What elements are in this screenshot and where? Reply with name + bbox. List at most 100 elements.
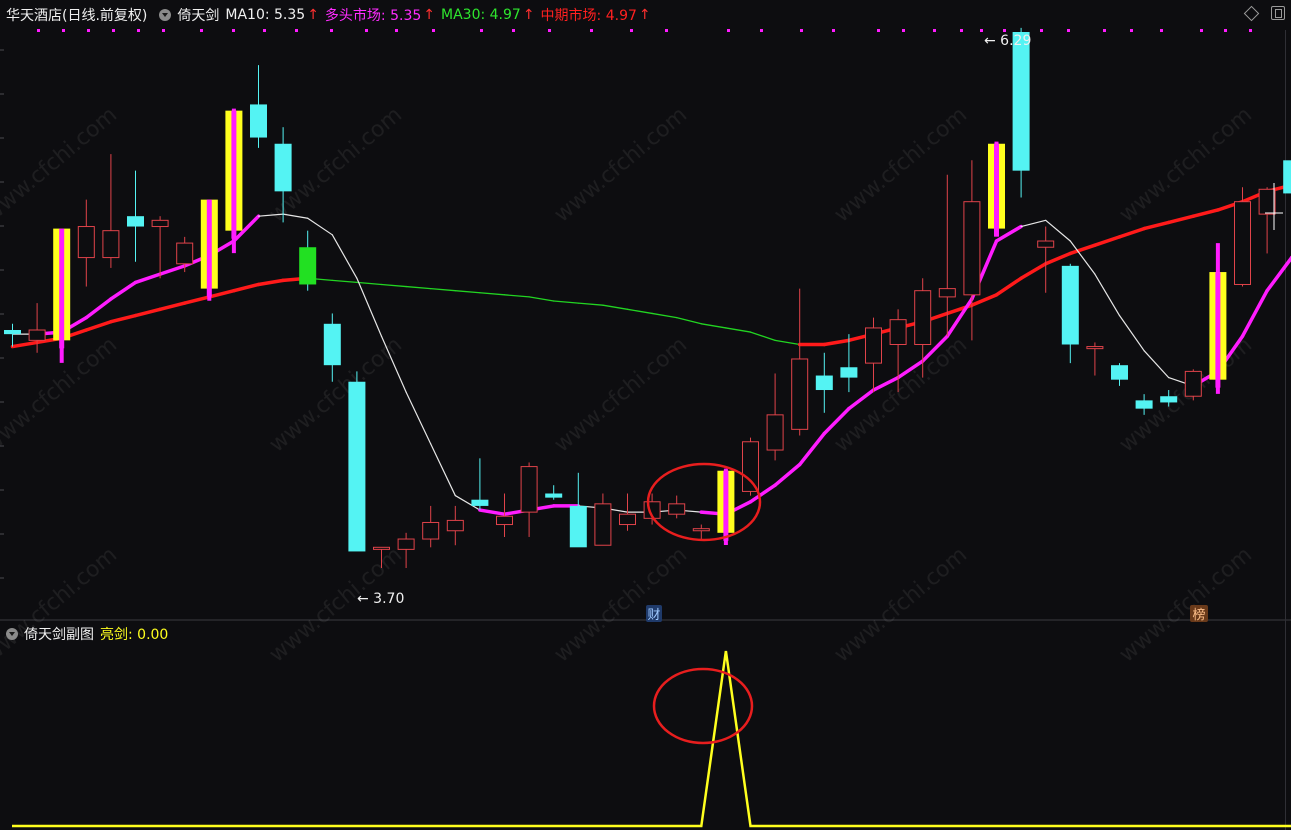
ma10-segment bbox=[158, 264, 187, 276]
candle-body-down bbox=[545, 493, 563, 498]
candle-body-down bbox=[299, 247, 317, 285]
signal-core bbox=[1215, 272, 1221, 388]
candle-body-up bbox=[446, 519, 464, 532]
ma30-segment bbox=[1191, 208, 1220, 218]
ma10-segment bbox=[405, 391, 432, 445]
candle-body-up bbox=[594, 503, 612, 546]
ma10-segment bbox=[1118, 314, 1145, 352]
ma30-segment bbox=[232, 282, 261, 293]
candle-body-up bbox=[619, 513, 636, 526]
ma10-segment bbox=[109, 280, 138, 301]
ma30-segment bbox=[158, 301, 187, 312]
bull-arrow-icon: ↑ bbox=[423, 7, 435, 23]
ma30-segment bbox=[1117, 226, 1146, 239]
watermark-text: www.cfchi.com bbox=[830, 542, 972, 667]
ma30-segment bbox=[1093, 235, 1122, 247]
sub-chart-value: 亮剑: 0.00 bbox=[100, 627, 169, 643]
candle-body-up bbox=[1234, 201, 1251, 285]
candle-body-up bbox=[766, 414, 784, 451]
signal-core bbox=[59, 228, 65, 349]
ma10-segment bbox=[478, 508, 507, 516]
window-toggle-icon[interactable] bbox=[1271, 6, 1285, 20]
signal-core bbox=[723, 470, 729, 541]
ma10-segment bbox=[797, 431, 827, 467]
candle-body-up bbox=[77, 226, 95, 259]
candle-body-up bbox=[692, 528, 710, 532]
ma30-readout: MA30: 4.97 bbox=[441, 7, 521, 23]
signal-core bbox=[206, 199, 212, 297]
candle-body-up bbox=[914, 290, 932, 345]
indicator-name[interactable]: 倚天剑 bbox=[177, 5, 219, 25]
watermark-text: www.cfchi.com bbox=[550, 542, 692, 667]
ma10-segment bbox=[945, 297, 974, 338]
ma30-segment bbox=[479, 292, 506, 296]
chart-canvas: www.cfchi.com www.cfchi.com www.cfchi.com w… bbox=[0, 27, 1291, 830]
candle-body-up bbox=[889, 319, 907, 345]
candle-body-up bbox=[791, 358, 809, 430]
ma10-segment bbox=[133, 272, 162, 285]
watermark-text: www.cfchi.com bbox=[0, 542, 122, 667]
ma10-segment bbox=[1240, 288, 1269, 338]
highlight-circle-sub bbox=[652, 667, 754, 745]
watermark-text: www.cfchi.com bbox=[1115, 542, 1257, 667]
diamond-icon[interactable] bbox=[1243, 5, 1260, 21]
candle-body-up bbox=[1258, 188, 1276, 215]
ma30-segment bbox=[1142, 220, 1171, 231]
ma30-segment bbox=[1019, 262, 1048, 281]
candle-body-down bbox=[815, 375, 833, 391]
ma30-segment bbox=[10, 340, 39, 349]
ma10-segment bbox=[1094, 273, 1121, 317]
ma30-segment bbox=[503, 294, 530, 298]
ma30-segment bbox=[626, 308, 653, 315]
candle-body-down bbox=[471, 499, 489, 506]
mid-arrow-icon: ↑ bbox=[638, 7, 651, 23]
ma10-segment bbox=[307, 217, 333, 236]
watermark-text: www.cfchi.com bbox=[550, 102, 692, 227]
candle-body-down bbox=[1012, 32, 1030, 171]
mid-market-readout: 中期市场: 4.97 bbox=[540, 8, 637, 24]
ma30-arrow-icon: ↑ bbox=[522, 7, 535, 23]
ma30-segment bbox=[774, 339, 801, 346]
candle-body-up bbox=[668, 503, 686, 515]
watermark-text: www.cfchi.com bbox=[830, 102, 972, 227]
ma10-segment bbox=[356, 277, 383, 337]
ma30-segment bbox=[1166, 214, 1196, 225]
ma30-segment bbox=[822, 338, 851, 347]
ma30-segment bbox=[331, 279, 358, 284]
ma30-segment bbox=[602, 304, 629, 310]
sub-chart-header: 倚天剑副图 亮剑: 0.00 bbox=[0, 623, 600, 645]
ma30-segment bbox=[84, 319, 113, 332]
candle-body-up bbox=[102, 230, 120, 259]
ma10-segment bbox=[773, 462, 802, 487]
ma10-segment bbox=[994, 224, 1023, 243]
candle-body-down bbox=[1160, 396, 1178, 403]
candle-body-down bbox=[1111, 365, 1128, 380]
candle-body-up bbox=[422, 521, 440, 540]
ma30-segment bbox=[700, 323, 727, 329]
ma30-segment bbox=[725, 327, 752, 333]
indicator-dropdown-icon[interactable] bbox=[159, 9, 172, 21]
ma30-segment bbox=[356, 281, 383, 286]
sub-chart-title[interactable]: 倚天剑副图 bbox=[24, 624, 94, 644]
ma30-segment bbox=[133, 307, 162, 318]
ma30-segment bbox=[380, 283, 407, 288]
ma30-segment bbox=[577, 302, 604, 306]
ma10-segment bbox=[1265, 255, 1291, 293]
ma30-segment bbox=[676, 316, 702, 325]
stock-title: 华天酒店(日线.前复权) bbox=[6, 8, 148, 24]
candle-body-down bbox=[127, 216, 144, 227]
candle-body-down bbox=[1135, 400, 1153, 409]
watermark-text: www.cfchi.com bbox=[550, 332, 692, 457]
watermark-text: www.cfchi.com bbox=[830, 332, 972, 457]
candle-body-up bbox=[742, 441, 759, 492]
candle-body-up bbox=[1184, 370, 1202, 397]
high-price-label: ← 6.29 bbox=[984, 33, 1031, 49]
ma30-segment bbox=[182, 295, 212, 305]
sub-indicator-dropdown-icon[interactable] bbox=[6, 628, 18, 640]
ma30-segment bbox=[553, 300, 579, 304]
candle-body-down bbox=[4, 330, 21, 335]
candle-body-up bbox=[865, 327, 882, 364]
ma30-segment bbox=[454, 290, 481, 294]
ma10-segment bbox=[1045, 219, 1071, 242]
signal-core bbox=[994, 143, 999, 237]
